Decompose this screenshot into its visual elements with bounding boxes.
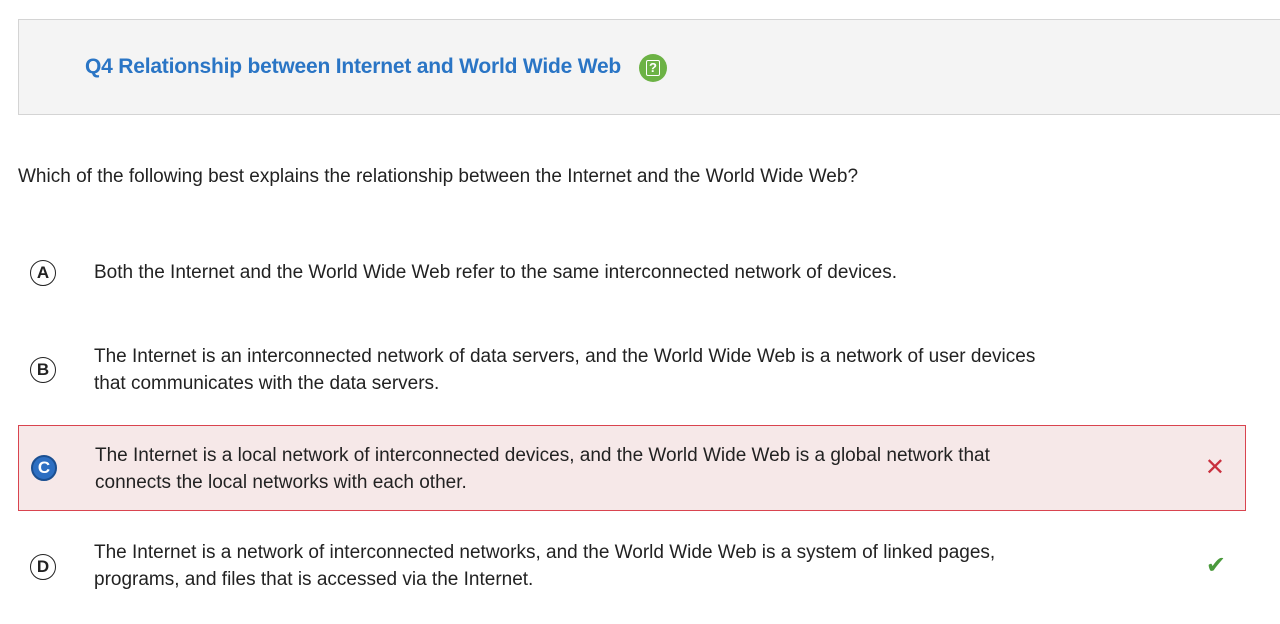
option-letter-d[interactable]: D [30, 554, 56, 580]
quiz-page: Q4 Relationship between Internet and Wor… [0, 0, 1280, 624]
incorrect-x-icon: ✕ [1204, 454, 1225, 481]
option-letter-b[interactable]: B [30, 357, 56, 383]
question-header: Q4 Relationship between Internet and Wor… [18, 19, 1280, 115]
help-icon[interactable]: ? [639, 54, 667, 82]
option-letter-c[interactable]: C [31, 455, 57, 481]
answer-option-c[interactable]: C The Internet is a local network of int… [18, 425, 1246, 511]
option-text-a: Both the Internet and the World Wide Web… [94, 262, 898, 283]
correct-check-icon: ✔ [1205, 552, 1226, 579]
option-text-b: The Internet is an interconnected networ… [94, 346, 1036, 394]
option-letter-a[interactable]: A [30, 260, 56, 286]
answer-option-a[interactable]: A Both the Internet and the World Wide W… [18, 250, 1246, 296]
help-glyph: ? [646, 60, 660, 76]
answer-option-b[interactable]: B The Internet is an interconnected netw… [18, 332, 1246, 406]
question-text: Which of the following best explains the… [18, 166, 859, 187]
option-text-c: The Internet is a local network of inter… [95, 445, 990, 493]
option-text-d: The Internet is a network of interconnec… [94, 542, 996, 590]
answer-option-d[interactable]: D The Internet is a network of interconn… [18, 527, 1246, 601]
question-title: Q4 Relationship between Internet and Wor… [85, 55, 622, 78]
